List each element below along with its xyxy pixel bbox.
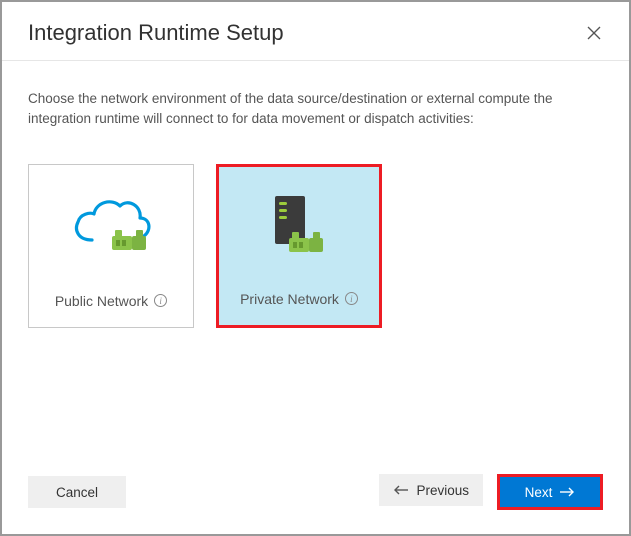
option-private-network[interactable]: Private Network i xyxy=(216,164,382,328)
close-icon xyxy=(587,26,601,40)
next-label: Next xyxy=(525,485,553,500)
private-network-icon-wrap xyxy=(219,167,379,291)
arrow-right-icon xyxy=(559,487,575,497)
close-button[interactable] xyxy=(585,24,603,42)
option-private-label: Private Network xyxy=(240,291,339,307)
previous-button[interactable]: Previous xyxy=(379,474,483,506)
footer-right: Previous Next xyxy=(379,474,603,510)
info-icon[interactable]: i xyxy=(345,292,358,305)
cloud-icon xyxy=(68,196,154,262)
option-public-label-row: Public Network i xyxy=(55,293,167,309)
info-icon[interactable]: i xyxy=(154,294,167,307)
dialog-header: Integration Runtime Setup xyxy=(2,2,629,61)
arrow-left-icon xyxy=(393,485,409,495)
dialog-content: Choose the network environment of the da… xyxy=(2,61,629,474)
cancel-button[interactable]: Cancel xyxy=(28,476,126,508)
server-icon xyxy=(261,194,337,264)
dialog-footer: Cancel Previous Next xyxy=(2,474,629,534)
option-public-network[interactable]: Public Network i xyxy=(28,164,194,328)
public-network-icon-wrap xyxy=(29,165,193,293)
dialog-description: Choose the network environment of the da… xyxy=(28,89,603,130)
network-options: Public Network i xyxy=(28,164,603,328)
previous-label: Previous xyxy=(416,483,469,498)
option-public-label: Public Network xyxy=(55,293,148,309)
next-button[interactable]: Next xyxy=(497,474,603,510)
dialog-title: Integration Runtime Setup xyxy=(28,20,284,46)
option-private-label-row: Private Network i xyxy=(240,291,358,307)
